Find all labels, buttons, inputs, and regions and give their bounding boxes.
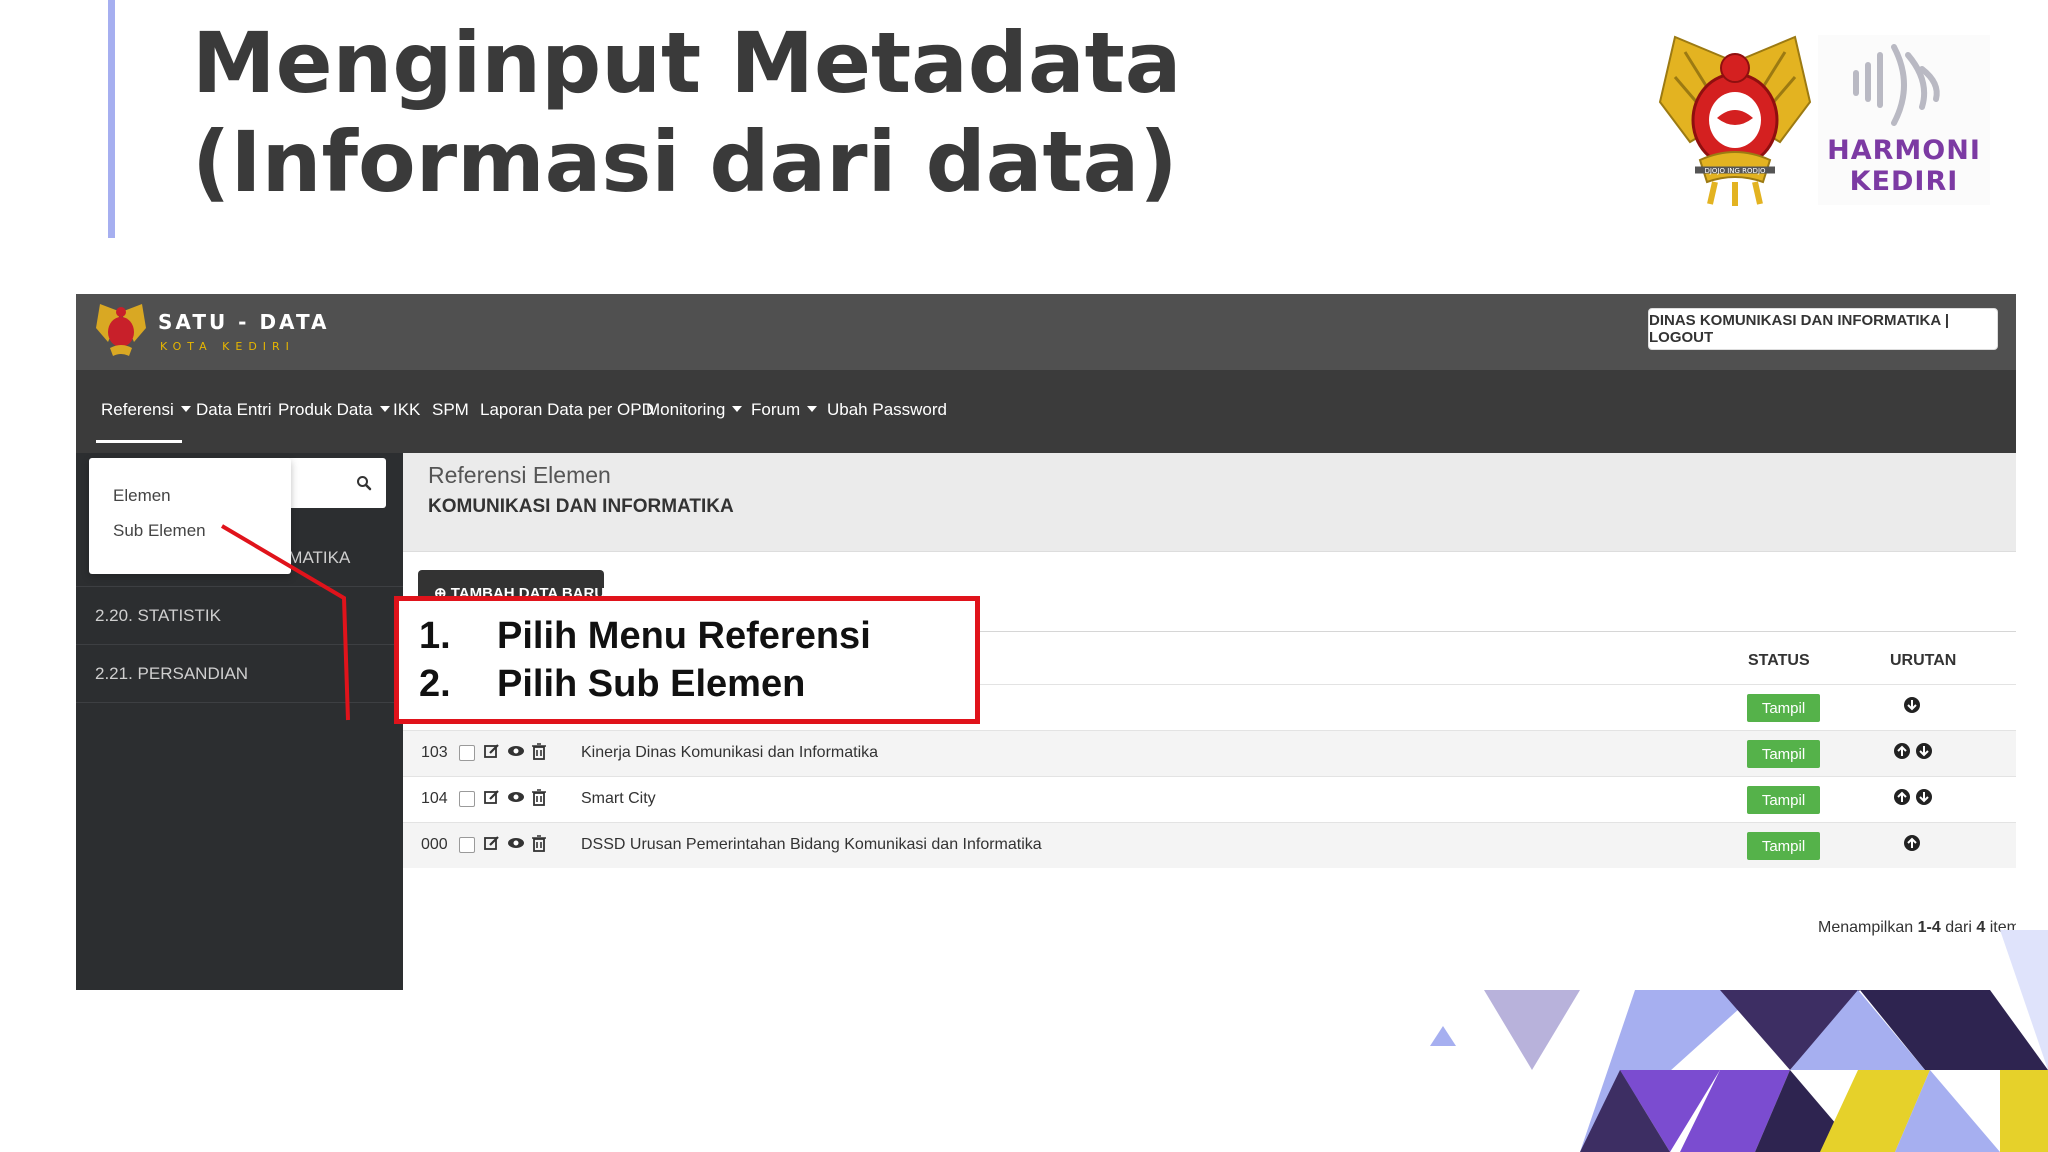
- nav-produk-data[interactable]: Produk Data: [278, 400, 390, 420]
- status-badge: Tampil: [1747, 740, 1820, 768]
- harmoni-text: HARMONI: [1827, 135, 1981, 166]
- summary-suffix: item.: [1989, 919, 2016, 936]
- summary-total: 4: [1976, 919, 1986, 936]
- emblem-motto: DJOJO ING RODJO: [1704, 167, 1766, 175]
- nav-laporan-data[interactable]: Laporan Data per OPD: [480, 400, 654, 420]
- order-arrows: [1893, 788, 1933, 806]
- main-navbar: Referensi Data Entri Produk Data IKK SPM…: [76, 370, 2016, 453]
- title-accent-bar: [108, 0, 115, 238]
- sidebar-item-persandian[interactable]: 2.21. PERSANDIAN: [76, 645, 403, 703]
- row-name: Kinerja Dinas Komunikasi dan Informatika: [581, 744, 879, 761]
- arrow-down-circle-icon[interactable]: [1903, 696, 1921, 714]
- nav-referensi-label: Referensi: [101, 400, 174, 419]
- dropdown-item-sub-elemen[interactable]: Sub Elemen: [113, 521, 206, 541]
- caret-down-icon: [180, 406, 191, 412]
- app-header: SATU - DATA KOTA KEDIRI DINAS KOMUNIKASI…: [76, 294, 2016, 370]
- step-1-number: 1.: [419, 615, 451, 657]
- row-id: 103: [421, 744, 448, 761]
- nav-forum-label: Forum: [751, 400, 801, 419]
- user-logout-button[interactable]: DINAS KOMUNIKASI DAN INFORMATIKA | LOGOU…: [1648, 308, 1998, 350]
- harmoni-kediri-logo: HARMONI KEDIRI: [1818, 35, 1990, 205]
- sidebar-item-statistik[interactable]: 2.20. STATISTIK: [76, 587, 403, 645]
- nav-data-entri[interactable]: Data Entri: [196, 400, 272, 420]
- row-id: 104: [421, 790, 448, 807]
- nav-forum[interactable]: Forum: [751, 400, 818, 420]
- arrow-down-circle-icon[interactable]: [1915, 742, 1933, 760]
- nav-ubah-password[interactable]: Ubah Password: [827, 400, 947, 420]
- nav-produk-data-label: Produk Data: [278, 400, 373, 419]
- row-name: DSSD Urusan Pemerintahan Bidang Komunika…: [581, 836, 1042, 853]
- edit-icon[interactable]: [483, 834, 501, 852]
- caret-down-icon: [807, 406, 818, 412]
- sound-wave-icon: [1853, 44, 1940, 126]
- step-2-number: 2.: [419, 663, 451, 705]
- status-badge: Tampil: [1747, 786, 1820, 814]
- brand-subtitle: KOTA KEDIRI: [160, 340, 295, 353]
- brand-emblem-icon: [96, 304, 146, 356]
- instruction-callout: 1. Pilih Menu Referensi 2. Pilih Sub Eleme…: [394, 596, 980, 724]
- referensi-dropdown-menu: Elemen Sub Elemen: [89, 458, 291, 574]
- callout-step-2: 2. Pilih Sub Elemen: [419, 663, 805, 706]
- dropdown-item-elemen[interactable]: Elemen: [113, 486, 171, 506]
- arrow-up-circle-icon[interactable]: [1893, 742, 1911, 760]
- arrow-up-circle-icon[interactable]: [1903, 834, 1921, 852]
- pagination-summary: Menampilkan 1-4 dari 4 item.: [1818, 919, 2016, 937]
- page-subtitle: KOMUNIKASI DAN INFORMATIKA: [428, 496, 734, 517]
- step-2-text: Pilih Sub Elemen: [497, 663, 806, 705]
- row-name: Smart City: [581, 790, 656, 807]
- row-checkbox[interactable]: [459, 745, 475, 761]
- edit-icon[interactable]: [483, 788, 501, 806]
- caret-down-icon: [732, 406, 743, 412]
- nav-referensi[interactable]: Referensi: [101, 400, 191, 420]
- search-icon[interactable]: [356, 475, 372, 491]
- edit-icon[interactable]: [483, 742, 501, 760]
- column-header-urutan: URUTAN: [1890, 652, 1957, 669]
- summary-prefix: Menampilkan: [1818, 919, 1914, 936]
- status-badge: Tampil: [1747, 694, 1820, 722]
- summary-mid: dari: [1945, 919, 1972, 936]
- callout-step-1: 1. Pilih Menu Referensi: [419, 615, 871, 658]
- trash-icon[interactable]: [530, 834, 548, 852]
- nav-monitoring-label: Monitoring: [646, 400, 726, 419]
- order-arrows: [1893, 742, 1933, 760]
- status-badge: Tampil: [1747, 832, 1820, 860]
- order-arrows: [1903, 834, 1921, 852]
- trash-icon[interactable]: [530, 742, 548, 760]
- garuda-emblem-logo: DJOJO ING RODJO: [1658, 35, 1812, 206]
- view-eye-icon[interactable]: [507, 788, 525, 806]
- brand-name[interactable]: SATU - DATA: [158, 310, 330, 334]
- caret-down-icon: [379, 406, 390, 412]
- column-header-status: STATUS: [1748, 652, 1810, 669]
- step-1-text: Pilih Menu Referensi: [497, 615, 871, 657]
- order-arrows: [1903, 696, 1921, 714]
- app-screenshot: SATU - DATA KOTA KEDIRI DINAS KOMUNIKASI…: [76, 294, 2016, 990]
- table-row: 103 Kinerja Dinas Komunikasi dan Informa…: [403, 730, 2016, 776]
- table-row: 000 DSSD Urusan Pemerintahan Bidang Komu…: [403, 822, 2016, 868]
- summary-range: 1-4: [1917, 919, 1941, 936]
- table-row: 104 Smart City Tampil: [403, 776, 2016, 822]
- nav-spm[interactable]: SPM: [432, 400, 469, 420]
- arrow-up-circle-icon[interactable]: [1893, 788, 1911, 806]
- row-checkbox[interactable]: [459, 791, 475, 807]
- page-title: Referensi Elemen: [428, 462, 611, 488]
- row-checkbox[interactable]: [459, 837, 475, 853]
- trash-icon[interactable]: [530, 788, 548, 806]
- arrow-down-circle-icon[interactable]: [1915, 788, 1933, 806]
- view-eye-icon[interactable]: [507, 742, 525, 760]
- nav-monitoring[interactable]: Monitoring: [646, 400, 743, 420]
- view-eye-icon[interactable]: [507, 834, 525, 852]
- nav-ikk[interactable]: IKK: [393, 400, 420, 420]
- kediri-text: KEDIRI: [1849, 166, 1959, 197]
- slide-title: Menginput Metadata (Informasi dari data): [192, 14, 1182, 211]
- row-id: 000: [421, 836, 448, 853]
- nav-active-indicator: [96, 440, 182, 443]
